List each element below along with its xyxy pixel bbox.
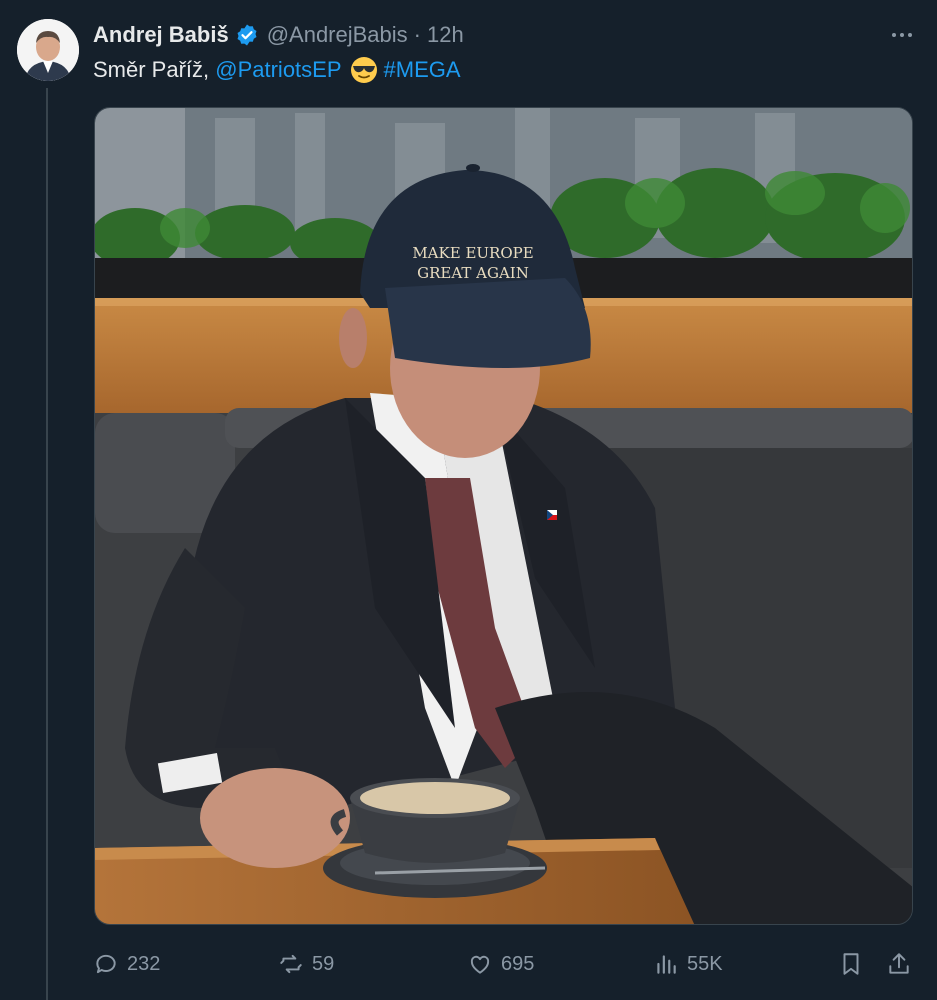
views-button[interactable]: 55K [653, 946, 723, 982]
reply-button[interactable]: 232 [93, 946, 160, 982]
timestamp[interactable]: 12h [427, 22, 464, 48]
repost-count: 59 [312, 952, 335, 975]
share-button[interactable] [886, 946, 912, 982]
views-count: 55K [687, 952, 723, 975]
repost-icon [280, 954, 302, 974]
bookmark-icon [843, 953, 859, 975]
mention-link[interactable]: @PatriotsEP [215, 54, 341, 86]
tweet-text: Směr Paříž, @PatriotsEP #MEGA [93, 54, 461, 86]
cap-text-line1: MAKE EUROPE [412, 244, 533, 262]
photo-illustration: MAKE EUROPE GREAT AGAIN [95, 108, 912, 924]
reply-count: 232 [127, 952, 161, 975]
thread-line [46, 88, 48, 1000]
tweet-actions: 232 59 695 55K [93, 946, 913, 982]
cap-text-line2: GREAT AGAIN [417, 264, 529, 282]
hashtag-link[interactable]: #MEGA [384, 54, 461, 86]
tweet-text-prefix: Směr Paříž, [93, 57, 216, 82]
author-name[interactable]: Andrej Babiš [93, 22, 229, 48]
reply-icon [96, 954, 116, 974]
verified-icon [235, 23, 259, 47]
more-icon[interactable] [887, 22, 917, 48]
bookmark-button[interactable] [838, 946, 864, 982]
tweet-photo[interactable]: MAKE EUROPE GREAT AGAIN [94, 107, 913, 925]
views-icon [657, 955, 676, 974]
author-handle[interactable]: @AndrejBabis [267, 22, 408, 48]
sunglasses-emoji-icon [350, 56, 378, 84]
like-button[interactable]: 695 [467, 946, 534, 982]
repost-button[interactable]: 59 [278, 946, 334, 982]
tweet-header: Andrej Babiš @AndrejBabis · 12h [93, 20, 917, 50]
separator-dot: · [413, 22, 421, 47]
like-icon [470, 955, 490, 974]
like-count: 695 [501, 952, 535, 975]
avatar-image [17, 19, 79, 81]
share-icon [889, 953, 909, 974]
avatar[interactable] [17, 19, 79, 81]
